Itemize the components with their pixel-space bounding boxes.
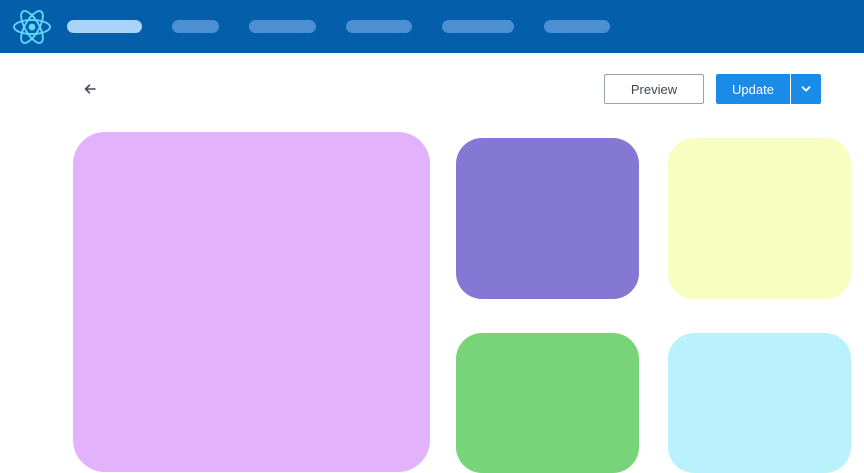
tile-yellow[interactable] [668,138,851,299]
nav-item-2[interactable] [172,20,219,33]
update-button[interactable]: Update [716,74,790,104]
chevron-down-icon [801,86,811,92]
arrow-left-icon [84,84,96,94]
preview-button[interactable]: Preview [604,74,704,104]
nav-item-4[interactable] [346,20,412,33]
tile-green[interactable] [456,333,639,473]
nav-item-3[interactable] [249,20,316,33]
tile-purple[interactable] [456,138,639,299]
tile-large[interactable] [73,132,430,472]
top-navigation-bar [0,0,864,53]
tile-cyan[interactable] [668,333,851,473]
nav-item-5[interactable] [442,20,514,33]
nav-item-1[interactable] [67,20,142,33]
nav-item-6[interactable] [544,20,610,33]
back-button[interactable] [80,79,100,99]
update-dropdown-button[interactable] [791,74,821,104]
react-logo-icon[interactable] [12,7,52,47]
update-button-group: Update [716,74,821,104]
